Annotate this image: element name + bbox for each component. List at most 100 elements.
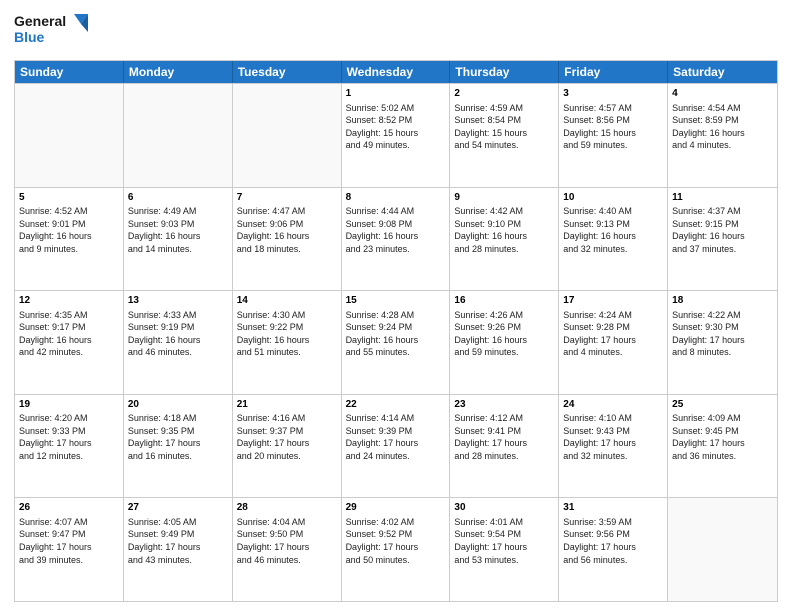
day-info: Sunrise: 4:26 AM Sunset: 9:26 PM Dayligh… — [454, 309, 554, 359]
day-number: 16 — [454, 294, 554, 308]
day-cell-17: 17Sunrise: 4:24 AM Sunset: 9:28 PM Dayli… — [559, 291, 668, 394]
day-number: 31 — [563, 501, 663, 515]
day-cell-6: 6Sunrise: 4:49 AM Sunset: 9:03 PM Daylig… — [124, 188, 233, 291]
day-cell-28: 28Sunrise: 4:04 AM Sunset: 9:50 PM Dayli… — [233, 498, 342, 601]
weekday-header-thursday: Thursday — [450, 61, 559, 83]
day-number: 17 — [563, 294, 663, 308]
day-info: Sunrise: 4:05 AM Sunset: 9:49 PM Dayligh… — [128, 516, 228, 566]
day-cell-18: 18Sunrise: 4:22 AM Sunset: 9:30 PM Dayli… — [668, 291, 777, 394]
day-cell-12: 12Sunrise: 4:35 AM Sunset: 9:17 PM Dayli… — [15, 291, 124, 394]
day-number: 29 — [346, 501, 446, 515]
day-cell-19: 19Sunrise: 4:20 AM Sunset: 9:33 PM Dayli… — [15, 395, 124, 498]
day-info: Sunrise: 4:02 AM Sunset: 9:52 PM Dayligh… — [346, 516, 446, 566]
day-number: 13 — [128, 294, 228, 308]
day-info: Sunrise: 4:40 AM Sunset: 9:13 PM Dayligh… — [563, 205, 663, 255]
day-info: Sunrise: 4:07 AM Sunset: 9:47 PM Dayligh… — [19, 516, 119, 566]
day-info: Sunrise: 4:42 AM Sunset: 9:10 PM Dayligh… — [454, 205, 554, 255]
day-cell-4: 4Sunrise: 4:54 AM Sunset: 8:59 PM Daylig… — [668, 84, 777, 187]
empty-cell — [124, 84, 233, 187]
day-info: Sunrise: 4:49 AM Sunset: 9:03 PM Dayligh… — [128, 205, 228, 255]
day-number: 8 — [346, 191, 446, 205]
day-info: Sunrise: 4:57 AM Sunset: 8:56 PM Dayligh… — [563, 102, 663, 152]
day-number: 21 — [237, 398, 337, 412]
logo-svg: GeneralBlue — [14, 10, 94, 52]
weekday-header-sunday: Sunday — [15, 61, 124, 83]
day-number: 24 — [563, 398, 663, 412]
week-row-2: 12Sunrise: 4:35 AM Sunset: 9:17 PM Dayli… — [15, 290, 777, 394]
header: GeneralBlue — [14, 10, 778, 52]
day-cell-26: 26Sunrise: 4:07 AM Sunset: 9:47 PM Dayli… — [15, 498, 124, 601]
svg-text:General: General — [14, 13, 66, 29]
day-number: 26 — [19, 501, 119, 515]
day-number: 20 — [128, 398, 228, 412]
day-cell-11: 11Sunrise: 4:37 AM Sunset: 9:15 PM Dayli… — [668, 188, 777, 291]
day-number: 7 — [237, 191, 337, 205]
logo: GeneralBlue — [14, 10, 94, 52]
day-info: Sunrise: 4:01 AM Sunset: 9:54 PM Dayligh… — [454, 516, 554, 566]
day-cell-9: 9Sunrise: 4:42 AM Sunset: 9:10 PM Daylig… — [450, 188, 559, 291]
week-row-3: 19Sunrise: 4:20 AM Sunset: 9:33 PM Dayli… — [15, 394, 777, 498]
weekday-header-monday: Monday — [124, 61, 233, 83]
day-number: 6 — [128, 191, 228, 205]
weekday-header-saturday: Saturday — [668, 61, 777, 83]
day-number: 19 — [19, 398, 119, 412]
empty-cell — [15, 84, 124, 187]
day-cell-24: 24Sunrise: 4:10 AM Sunset: 9:43 PM Dayli… — [559, 395, 668, 498]
day-number: 25 — [672, 398, 773, 412]
day-info: Sunrise: 4:04 AM Sunset: 9:50 PM Dayligh… — [237, 516, 337, 566]
day-number: 9 — [454, 191, 554, 205]
day-number: 3 — [563, 87, 663, 101]
day-number: 10 — [563, 191, 663, 205]
day-cell-2: 2Sunrise: 4:59 AM Sunset: 8:54 PM Daylig… — [450, 84, 559, 187]
day-number: 18 — [672, 294, 773, 308]
day-info: Sunrise: 4:30 AM Sunset: 9:22 PM Dayligh… — [237, 309, 337, 359]
day-info: Sunrise: 3:59 AM Sunset: 9:56 PM Dayligh… — [563, 516, 663, 566]
day-number: 23 — [454, 398, 554, 412]
day-info: Sunrise: 4:28 AM Sunset: 9:24 PM Dayligh… — [346, 309, 446, 359]
calendar: SundayMondayTuesdayWednesdayThursdayFrid… — [14, 60, 778, 602]
day-cell-10: 10Sunrise: 4:40 AM Sunset: 9:13 PM Dayli… — [559, 188, 668, 291]
week-row-1: 5Sunrise: 4:52 AM Sunset: 9:01 PM Daylig… — [15, 187, 777, 291]
day-cell-7: 7Sunrise: 4:47 AM Sunset: 9:06 PM Daylig… — [233, 188, 342, 291]
day-info: Sunrise: 4:33 AM Sunset: 9:19 PM Dayligh… — [128, 309, 228, 359]
day-info: Sunrise: 4:52 AM Sunset: 9:01 PM Dayligh… — [19, 205, 119, 255]
day-number: 5 — [19, 191, 119, 205]
day-info: Sunrise: 4:14 AM Sunset: 9:39 PM Dayligh… — [346, 412, 446, 462]
day-number: 4 — [672, 87, 773, 101]
weekday-header-friday: Friday — [559, 61, 668, 83]
day-cell-20: 20Sunrise: 4:18 AM Sunset: 9:35 PM Dayli… — [124, 395, 233, 498]
day-info: Sunrise: 5:02 AM Sunset: 8:52 PM Dayligh… — [346, 102, 446, 152]
weekday-header-wednesday: Wednesday — [342, 61, 451, 83]
day-number: 30 — [454, 501, 554, 515]
day-cell-1: 1Sunrise: 5:02 AM Sunset: 8:52 PM Daylig… — [342, 84, 451, 187]
day-info: Sunrise: 4:59 AM Sunset: 8:54 PM Dayligh… — [454, 102, 554, 152]
day-cell-15: 15Sunrise: 4:28 AM Sunset: 9:24 PM Dayli… — [342, 291, 451, 394]
day-info: Sunrise: 4:24 AM Sunset: 9:28 PM Dayligh… — [563, 309, 663, 359]
day-number: 22 — [346, 398, 446, 412]
day-cell-5: 5Sunrise: 4:52 AM Sunset: 9:01 PM Daylig… — [15, 188, 124, 291]
weekday-header-tuesday: Tuesday — [233, 61, 342, 83]
day-cell-30: 30Sunrise: 4:01 AM Sunset: 9:54 PM Dayli… — [450, 498, 559, 601]
day-cell-16: 16Sunrise: 4:26 AM Sunset: 9:26 PM Dayli… — [450, 291, 559, 394]
week-row-4: 26Sunrise: 4:07 AM Sunset: 9:47 PM Dayli… — [15, 497, 777, 601]
day-info: Sunrise: 4:35 AM Sunset: 9:17 PM Dayligh… — [19, 309, 119, 359]
day-cell-29: 29Sunrise: 4:02 AM Sunset: 9:52 PM Dayli… — [342, 498, 451, 601]
day-cell-13: 13Sunrise: 4:33 AM Sunset: 9:19 PM Dayli… — [124, 291, 233, 394]
day-number: 11 — [672, 191, 773, 205]
day-info: Sunrise: 4:18 AM Sunset: 9:35 PM Dayligh… — [128, 412, 228, 462]
empty-cell — [233, 84, 342, 187]
svg-text:Blue: Blue — [14, 29, 45, 45]
day-number: 27 — [128, 501, 228, 515]
day-number: 2 — [454, 87, 554, 101]
day-info: Sunrise: 4:12 AM Sunset: 9:41 PM Dayligh… — [454, 412, 554, 462]
day-cell-23: 23Sunrise: 4:12 AM Sunset: 9:41 PM Dayli… — [450, 395, 559, 498]
calendar-header: SundayMondayTuesdayWednesdayThursdayFrid… — [15, 61, 777, 83]
day-cell-3: 3Sunrise: 4:57 AM Sunset: 8:56 PM Daylig… — [559, 84, 668, 187]
day-cell-27: 27Sunrise: 4:05 AM Sunset: 9:49 PM Dayli… — [124, 498, 233, 601]
day-cell-25: 25Sunrise: 4:09 AM Sunset: 9:45 PM Dayli… — [668, 395, 777, 498]
day-cell-14: 14Sunrise: 4:30 AM Sunset: 9:22 PM Dayli… — [233, 291, 342, 394]
day-info: Sunrise: 4:16 AM Sunset: 9:37 PM Dayligh… — [237, 412, 337, 462]
page: GeneralBlue SundayMondayTuesdayWednesday… — [0, 0, 792, 612]
day-info: Sunrise: 4:44 AM Sunset: 9:08 PM Dayligh… — [346, 205, 446, 255]
day-info: Sunrise: 4:47 AM Sunset: 9:06 PM Dayligh… — [237, 205, 337, 255]
